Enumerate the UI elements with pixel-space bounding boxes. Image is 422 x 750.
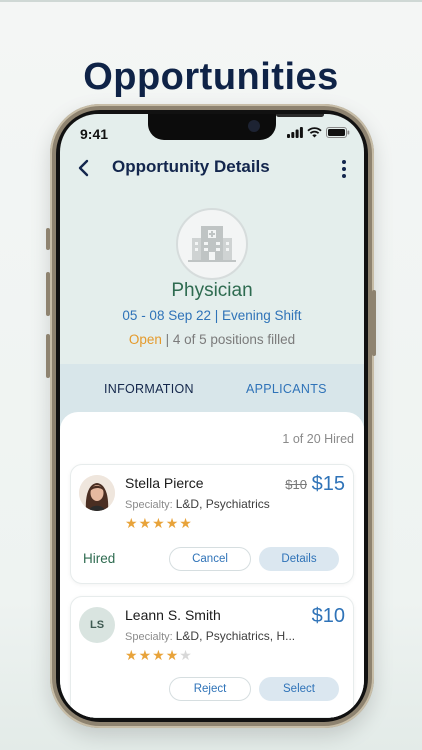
positions-status: Open | 4 of 5 positions filled (60, 332, 364, 347)
star-icon: ★ (165, 647, 180, 663)
applicant-specialty: Specialty: L&D, Psychiatrics (125, 497, 270, 511)
star-icon: ★ (179, 647, 193, 663)
applicant-specialty: Specialty: L&D, Psychiatrics, H... (125, 629, 296, 643)
hired-status: Hired (83, 551, 116, 566)
more-vertical-icon[interactable] (338, 158, 350, 180)
rating-stars: ★★★★★ (125, 515, 193, 532)
phone-side-button (46, 228, 50, 250)
phone-side-button (46, 334, 50, 378)
avatar: LS (79, 607, 115, 643)
star-icon: ★ (152, 647, 166, 663)
applicants-panel: 1 of 20 Hired Stella Pierce Specialty: L… (60, 412, 364, 718)
applicant-name: Stella Pierce (125, 475, 204, 491)
star-icon: ★ (138, 515, 153, 531)
status-time: 9:41 (80, 126, 109, 142)
star-icon: ★ (138, 647, 153, 663)
select-button[interactable]: Select (259, 677, 339, 701)
battery-icon (326, 127, 350, 138)
signal-icon (287, 127, 303, 138)
applicant-card[interactable]: Stella Pierce Specialty: L&D, Psychiatri… (70, 464, 354, 584)
star-icon: ★ (125, 647, 139, 663)
back-chevron-icon[interactable] (74, 156, 94, 180)
nav-bar: Opportunity Details (60, 152, 364, 186)
tab-information[interactable]: INFORMATION (104, 382, 194, 396)
avatar-photo-icon (79, 475, 115, 511)
rate: $10 (311, 605, 345, 627)
star-icon: ★ (179, 515, 193, 531)
old-rate: $10 (285, 477, 307, 492)
front-camera (248, 120, 260, 132)
tab-applicants[interactable]: APPLICANTS (246, 382, 327, 396)
top-divider (0, 0, 422, 2)
reject-button[interactable]: Reject (169, 677, 251, 701)
applicant-name: Leann S. Smith (125, 607, 221, 623)
positions-filled: | 4 of 5 positions filled (161, 332, 296, 347)
wifi-icon (307, 127, 322, 138)
status-badge: Open (128, 332, 162, 347)
applicant-card[interactable]: LS Leann S. Smith Specialty: L&D, Psychi… (70, 596, 354, 718)
phone-screen: 9:41 Opportunity Details Physician 05 - … (60, 114, 364, 718)
hero-title: Opportunities (83, 56, 339, 98)
phone-side-button (46, 272, 50, 316)
status-icons (287, 127, 350, 138)
hospital-icon (188, 226, 236, 262)
phone-side-button (372, 290, 376, 356)
avatar (79, 475, 115, 511)
shift-dates: 05 - 08 Sep 22 | Evening Shift (122, 308, 302, 323)
notch (148, 114, 324, 140)
star-icon: ★ (152, 515, 166, 531)
cancel-button[interactable]: Cancel (169, 547, 251, 571)
details-button[interactable]: Details (259, 547, 339, 571)
speaker (276, 114, 324, 117)
role-title: Physician (171, 280, 253, 301)
rating-stars: ★★★★★ (125, 647, 193, 664)
star-icon: ★ (165, 515, 180, 531)
star-icon: ★ (125, 515, 139, 531)
rate: $15 (311, 473, 345, 495)
hired-count: 1 of 20 Hired (282, 432, 354, 446)
page-title: Opportunity Details (112, 157, 270, 176)
hospital-avatar (176, 208, 248, 280)
